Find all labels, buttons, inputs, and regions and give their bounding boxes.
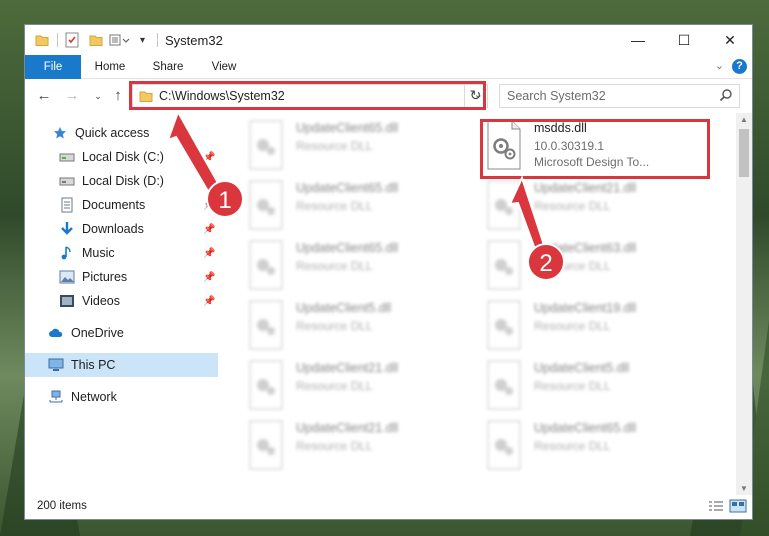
annotation-arrows [166,109,547,254]
step-1-badge: 1 [206,180,244,218]
step-2-badge: 2 [527,243,565,281]
